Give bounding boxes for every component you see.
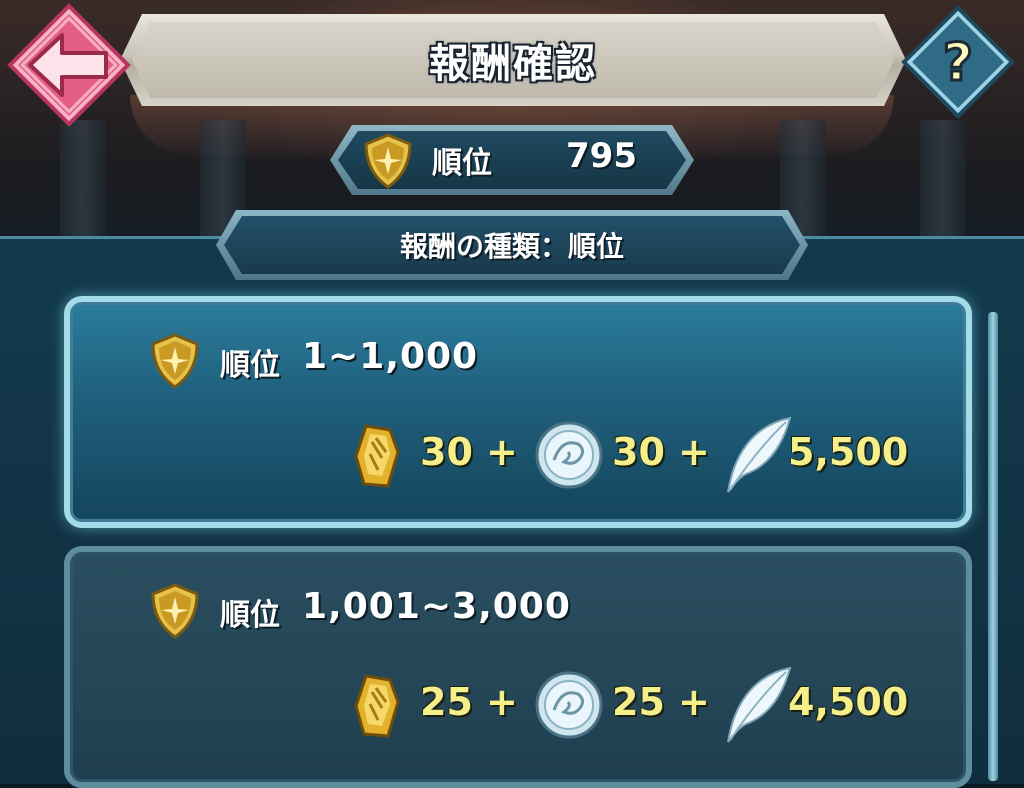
rewards-scrollbar[interactable] — [988, 312, 998, 781]
tier-rank-label: 順位 — [220, 598, 280, 633]
tier-rank-label: 順位 — [220, 348, 280, 383]
reward-tier-card[interactable]: 順位 1,001~3,000 25 + 25 + 4,500 — [64, 546, 972, 788]
rank-shield-icon — [151, 333, 199, 389]
divine-coin-icon — [535, 421, 603, 489]
feather-icon — [727, 666, 792, 743]
reward-amount: 25 — [420, 680, 473, 724]
reward-tier-card[interactable]: 順位 1~1,000 30 + 30 + 5,500 — [64, 296, 972, 528]
plus-sign: + — [486, 680, 518, 724]
reward-amount: 4,500 — [788, 680, 909, 724]
back-arrow-icon — [7, 3, 131, 127]
tier-rank-range: 1,001~3,000 — [302, 586, 571, 627]
page-title: 報酬確認 — [429, 41, 597, 87]
rank-shield-icon — [151, 583, 199, 639]
reward-items-row: 30 + 30 + 5,500 — [70, 416, 966, 498]
reward-type-label: 報酬の種類：順位 — [399, 230, 624, 263]
current-rank-label: 順位 — [432, 146, 492, 181]
reward-amount: 25 — [612, 680, 665, 724]
reward-amount: 5,500 — [788, 430, 909, 474]
feather-icon — [727, 416, 792, 493]
plus-sign: + — [486, 430, 518, 474]
crest-badge-icon — [354, 674, 400, 738]
back-button[interactable] — [6, 2, 132, 128]
plus-sign: + — [678, 430, 710, 474]
title-plate: 報酬確認 — [132, 22, 894, 98]
help-button[interactable]: ? — [900, 4, 1016, 120]
reward-type-plate: 報酬の種類：順位 — [224, 216, 800, 274]
svg-text:?: ? — [943, 33, 973, 93]
reward-amount: 30 — [612, 430, 665, 474]
rank-shield-icon — [364, 133, 412, 189]
crest-badge-icon — [354, 424, 400, 488]
tier-rank-range: 1~1,000 — [302, 336, 479, 377]
divine-coin-icon — [535, 671, 603, 739]
plus-sign: + — [678, 680, 710, 724]
current-rank-value: 795 — [566, 136, 637, 176]
reward-amount: 30 — [420, 430, 473, 474]
reward-items-row: 25 + 25 + 4,500 — [70, 666, 966, 748]
question-mark-icon: ? — [901, 5, 1015, 119]
